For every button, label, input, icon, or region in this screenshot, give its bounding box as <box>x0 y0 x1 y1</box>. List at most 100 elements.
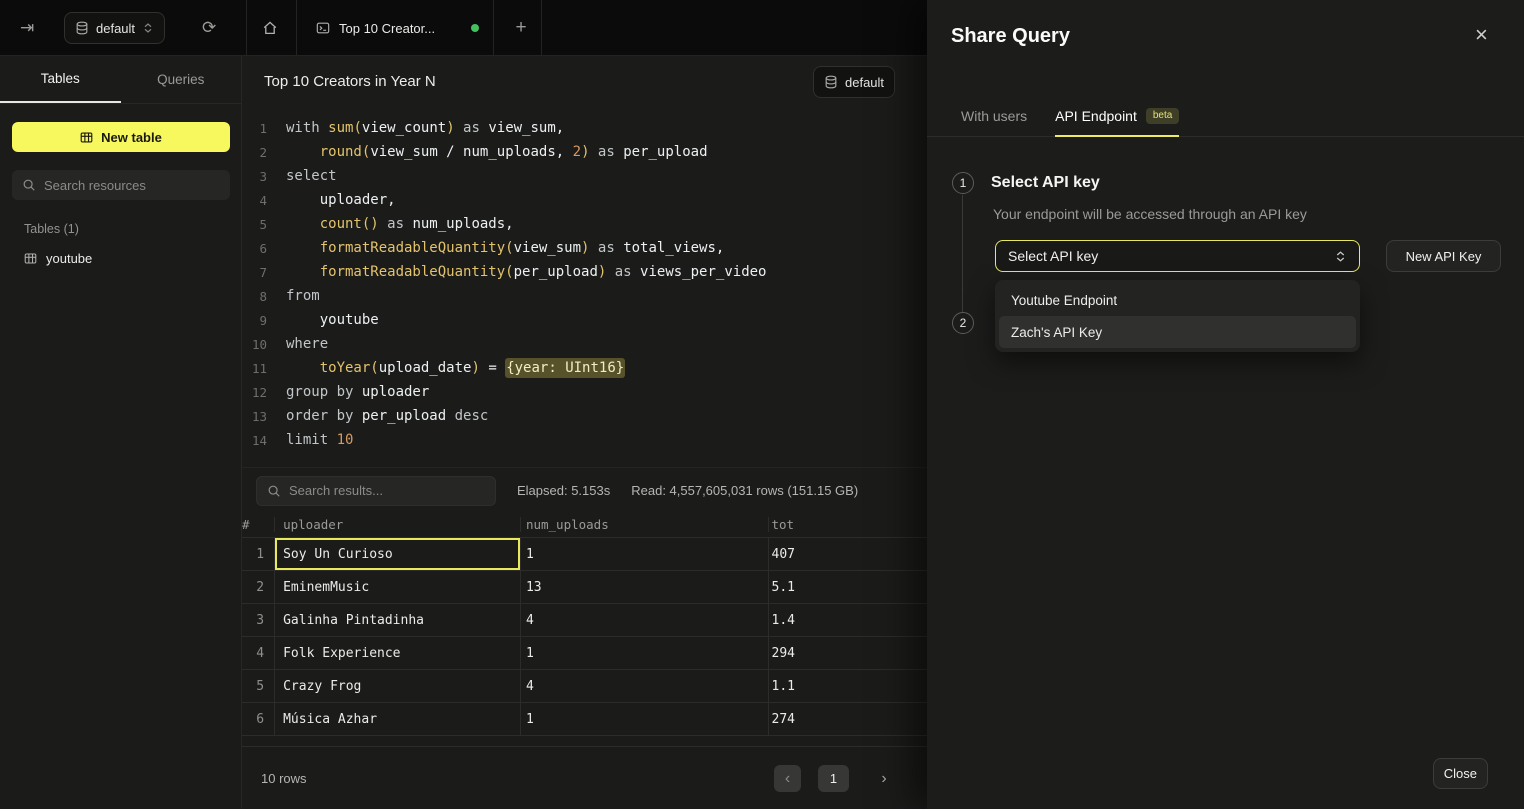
code-line[interactable]: 9 youtube <box>242 308 927 332</box>
tab-api-endpoint[interactable]: API Endpoint beta <box>1055 96 1179 137</box>
elapsed-stat: Elapsed: 5.153s <box>517 483 610 498</box>
panel-title: Share Query <box>951 25 1070 48</box>
row-index: 3 <box>242 604 275 636</box>
step-2-indicator: 2 <box>952 312 974 334</box>
row-index: 6 <box>242 703 275 735</box>
current-page-button[interactable]: 1 <box>818 765 849 792</box>
tab-with-users[interactable]: With users <box>961 96 1027 136</box>
close-icon[interactable]: × <box>1475 22 1488 48</box>
query-tab[interactable]: Top 10 Creator... <box>296 0 493 56</box>
api-key-option[interactable]: Youtube Endpoint <box>999 284 1356 316</box>
line-number: 6 <box>242 241 267 256</box>
chevron-right-icon: › <box>881 770 886 788</box>
database-icon <box>824 75 838 89</box>
column-header-uploader[interactable]: uploader <box>275 517 521 532</box>
table-row: 2EminemMusic135.1 <box>242 571 927 604</box>
num-uploads-cell[interactable]: 1 <box>521 637 769 669</box>
num-uploads-cell[interactable]: 1 <box>521 703 769 735</box>
total-views-cell[interactable]: 294 <box>769 637 928 669</box>
divider <box>493 0 494 56</box>
sidebar: Tables Queries New table Search resource… <box>0 56 242 809</box>
num-uploads-cell[interactable]: 1 <box>521 538 769 570</box>
code-line[interactable]: 12group by uploader <box>242 380 927 404</box>
code-line[interactable]: 2 round(view_sum / num_uploads, 2) as pe… <box>242 140 927 164</box>
step-1-title: Select API key <box>991 174 1100 192</box>
uploader-cell[interactable]: Soy Un Curioso <box>275 538 521 570</box>
search-resources-input[interactable]: Search resources <box>12 170 230 200</box>
table-icon <box>24 252 37 265</box>
api-key-dropdown-menu: Youtube EndpointZach's API Key <box>995 280 1360 352</box>
api-key-select[interactable]: Select API key <box>995 240 1360 272</box>
uploader-cell[interactable]: Folk Experience <box>275 637 521 669</box>
next-page-button[interactable]: › <box>874 765 894 792</box>
code-line[interactable]: 6 formatReadableQuantity(view_sum) as to… <box>242 236 927 260</box>
total-views-cell[interactable]: 407 <box>769 538 928 570</box>
table-row: 5Crazy Frog41.1 <box>242 670 927 703</box>
uploader-cell[interactable]: Crazy Frog <box>275 670 521 702</box>
refresh-icon: ⟳ <box>202 18 216 38</box>
results-toolbar: Search results... Elapsed: 5.153s Read: … <box>242 467 927 513</box>
query-database-selector[interactable]: default <box>813 66 895 98</box>
previous-page-button[interactable]: ‹ <box>774 765 801 792</box>
total-views-cell[interactable]: 1.4 <box>769 604 928 636</box>
refresh-button[interactable]: ⟳ <box>202 0 216 56</box>
code-text: select <box>267 164 337 188</box>
home-button[interactable] <box>254 0 286 56</box>
code-line[interactable]: 7 formatReadableQuantity(per_upload) as … <box>242 260 927 284</box>
code-line[interactable]: 1with sum(view_count) as view_sum, <box>242 116 927 140</box>
line-number: 13 <box>242 409 267 424</box>
code-line[interactable]: 4 uploader, <box>242 188 927 212</box>
results-footer: 10 rows ‹ 1 › <box>242 746 927 809</box>
code-text: youtube <box>267 308 379 332</box>
tab-tables[interactable]: Tables <box>0 56 121 103</box>
table-icon <box>80 131 93 144</box>
api-key-option[interactable]: Zach's API Key <box>999 316 1356 348</box>
total-views-cell[interactable]: 5.1 <box>769 571 928 603</box>
database-selector[interactable]: default <box>64 12 165 44</box>
total-views-cell[interactable]: 1.1 <box>769 670 928 702</box>
collapse-sidebar-button[interactable]: ⇥ <box>20 0 34 56</box>
uploader-cell[interactable]: EminemMusic <box>275 571 521 603</box>
uploader-cell[interactable]: Música Azhar <box>275 703 521 735</box>
code-line[interactable]: 8from <box>242 284 927 308</box>
new-table-button[interactable]: New table <box>12 122 230 152</box>
new-tab-button[interactable]: + <box>505 0 537 56</box>
line-number: 2 <box>242 145 267 160</box>
tab-queries[interactable]: Queries <box>121 56 242 103</box>
database-selector-value: default <box>96 21 135 36</box>
column-header-num-uploads[interactable]: num_uploads <box>521 517 769 532</box>
code-line[interactable]: 11 toYear(upload_date) = {year: UInt16} <box>242 356 927 380</box>
row-index: 5 <box>242 670 275 702</box>
code-line[interactable]: 5 count() as num_uploads, <box>242 212 927 236</box>
total-views-cell[interactable]: 274 <box>769 703 928 735</box>
column-header-index[interactable]: # <box>242 517 275 532</box>
sidebar-table-item[interactable]: youtube <box>0 244 241 272</box>
code-line[interactable]: 10where <box>242 332 927 356</box>
chevron-left-icon: ‹ <box>785 770 790 788</box>
close-button[interactable]: Close <box>1433 758 1488 789</box>
table-row: 3Galinha Pintadinha41.4 <box>242 604 927 637</box>
tables-list: youtube <box>0 244 241 272</box>
code-text: count() as num_uploads, <box>267 212 514 236</box>
sql-editor[interactable]: 1with sum(view_count) as view_sum,2 roun… <box>242 116 927 452</box>
num-uploads-cell[interactable]: 4 <box>521 670 769 702</box>
search-icon <box>267 484 281 498</box>
code-text: formatReadableQuantity(view_sum) as tota… <box>267 236 724 260</box>
table-row: 6Música Azhar1274 <box>242 703 927 736</box>
num-uploads-cell[interactable]: 4 <box>521 604 769 636</box>
code-text: with sum(view_count) as view_sum, <box>267 116 564 140</box>
new-api-key-button[interactable]: New API Key <box>1386 240 1501 272</box>
code-text: order by per_upload desc <box>267 404 488 428</box>
database-icon <box>75 21 89 35</box>
code-line[interactable]: 14limit 10 <box>242 428 927 452</box>
tables-section-label: Tables (1) <box>24 222 241 236</box>
num-uploads-cell[interactable]: 13 <box>521 571 769 603</box>
uploader-cell[interactable]: Galinha Pintadinha <box>275 604 521 636</box>
query-icon <box>316 21 330 35</box>
column-header-total-views[interactable]: tot <box>769 517 928 532</box>
line-number: 9 <box>242 313 267 328</box>
line-number: 8 <box>242 289 267 304</box>
code-line[interactable]: 3select <box>242 164 927 188</box>
search-results-input[interactable]: Search results... <box>256 476 496 506</box>
code-line[interactable]: 13order by per_upload desc <box>242 404 927 428</box>
